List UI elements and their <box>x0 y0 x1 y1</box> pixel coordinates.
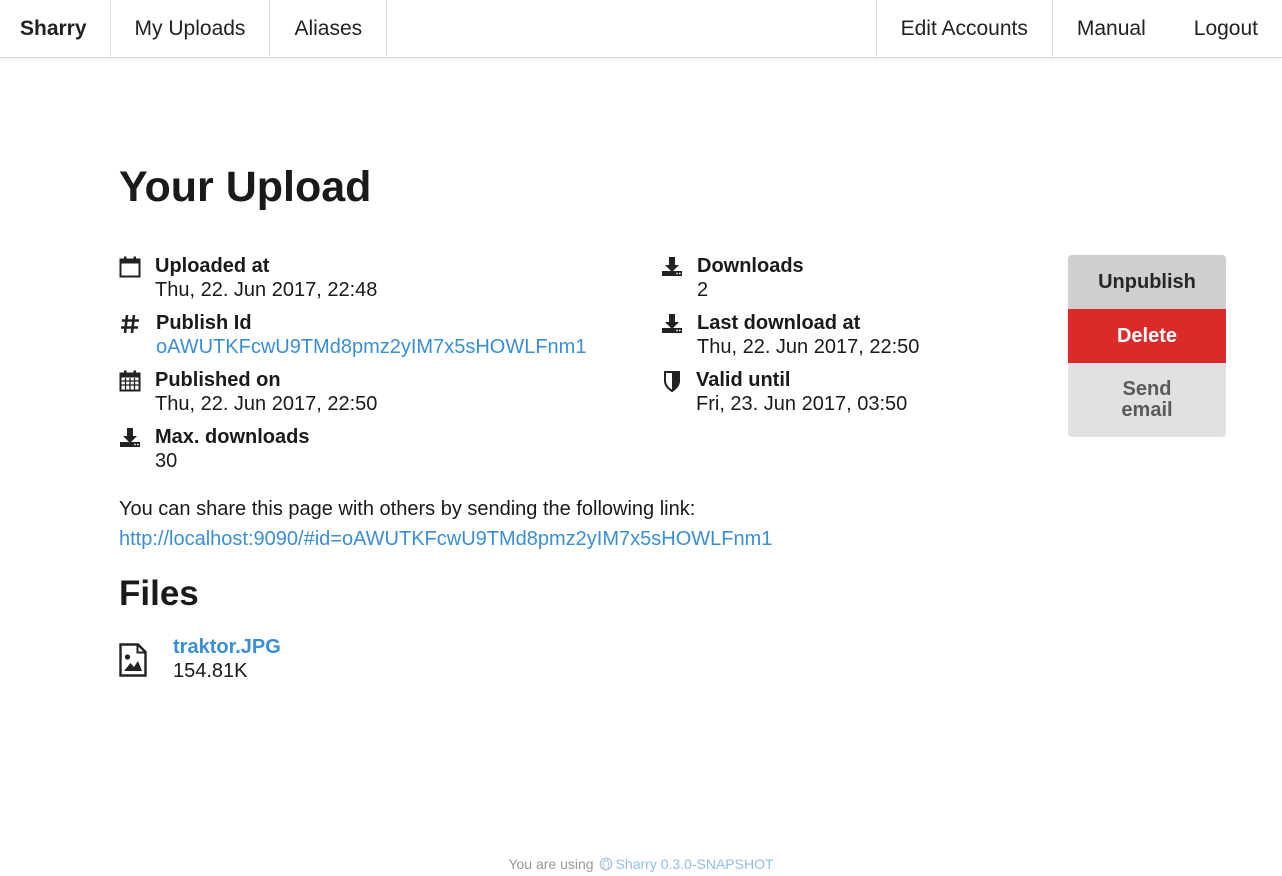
delete-button[interactable]: Delete <box>1068 309 1226 363</box>
last-download-item: Last download at Thu, 22. Jun 2017, 22:5… <box>661 311 1021 361</box>
footer-prefix: You are using <box>508 856 594 872</box>
valid-until-value: Fri, 23. Jun 2017, 03:50 <box>696 393 908 415</box>
nav-logout[interactable]: Logout <box>1170 0 1282 57</box>
uploaded-at-value: Thu, 22. Jun 2017, 22:48 <box>155 279 378 301</box>
navbar-right: Edit Accounts Manual Logout <box>875 0 1282 57</box>
nav-manual[interactable]: Manual <box>1051 0 1170 57</box>
max-downloads-label: Max. downloads <box>155 426 310 448</box>
nav-edit-accounts[interactable]: Edit Accounts <box>875 0 1052 57</box>
shield-icon <box>664 371 680 392</box>
download-icon <box>120 428 140 447</box>
page-title: Your Upload <box>119 163 372 211</box>
nav-brand[interactable]: Sharry <box>0 0 111 57</box>
file-size: 154.81K <box>173 660 248 682</box>
top-navbar: Sharry My Uploads Aliases Edit Accounts … <box>0 0 1282 58</box>
published-on-value: Thu, 22. Jun 2017, 22:50 <box>155 393 378 415</box>
publish-id-link[interactable]: oAWUTKFcwU9TMd8pmz2yIM7x5sHOWLFnm1 <box>156 335 586 359</box>
publish-id-label: Publish Id <box>156 312 252 334</box>
send-email-button[interactable]: Send email <box>1068 363 1226 437</box>
download-icon <box>662 314 682 333</box>
footer: You are using Sharry 0.3.0-SNAPSHOT <box>0 855 1282 873</box>
published-on-item: Published on Thu, 22. Jun 2017, 22:50 <box>119 368 639 418</box>
max-downloads-value: 30 <box>155 450 178 472</box>
hash-icon <box>121 314 139 334</box>
last-download-label: Last download at <box>697 312 861 334</box>
footer-version-link[interactable]: Sharry 0.3.0-SNAPSHOT <box>616 856 774 872</box>
downloads-label: Downloads <box>697 255 804 277</box>
files-heading: Files <box>119 574 199 613</box>
download-icon <box>662 257 682 276</box>
downloads-value: 2 <box>697 279 709 301</box>
image-file-icon <box>119 643 147 677</box>
calendar-icon <box>119 370 141 392</box>
nav-my-uploads[interactable]: My Uploads <box>111 0 271 57</box>
share-link[interactable]: http://localhost:9090/#id=oAWUTKFcwU9TMd… <box>119 527 772 551</box>
navbar-left: Sharry My Uploads Aliases <box>0 0 388 57</box>
calendar-outline-icon <box>119 256 141 278</box>
last-download-value: Thu, 22. Jun 2017, 22:50 <box>697 336 920 358</box>
github-icon <box>599 857 612 871</box>
published-on-label: Published on <box>155 369 281 391</box>
publish-id-item: Publish Id oAWUTKFcwU9TMd8pmz2yIM7x5sHOW… <box>119 311 639 361</box>
nav-aliases[interactable]: Aliases <box>270 0 388 57</box>
downloads-item: Downloads 2 <box>661 254 1021 304</box>
unpublish-button[interactable]: Unpublish <box>1068 255 1226 309</box>
file-name-link[interactable]: traktor.JPG <box>173 635 281 659</box>
uploaded-at-item: Uploaded at Thu, 22. Jun 2017, 22:48 <box>119 254 639 304</box>
max-downloads-item: Max. downloads 30 <box>119 425 639 475</box>
uploaded-at-label: Uploaded at <box>155 255 270 277</box>
valid-until-label: Valid until <box>696 369 791 391</box>
upload-actions: Unpublish Delete Send email <box>1068 255 1226 437</box>
share-description: You can share this page with others by s… <box>119 498 696 520</box>
valid-until-item: Valid until Fri, 23. Jun 2017, 03:50 <box>661 368 1021 418</box>
